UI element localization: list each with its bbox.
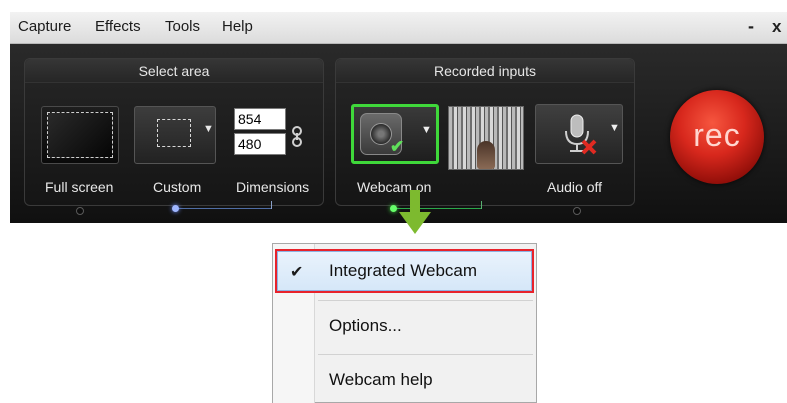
custom-area-icon	[157, 119, 191, 147]
webcam-preview	[448, 106, 524, 170]
audio-button[interactable]: ▼	[535, 104, 623, 164]
custom-label: Custom	[153, 179, 202, 195]
menu-item-webcam-help[interactable]: Webcam help	[275, 358, 534, 402]
webcam-lens-icon	[370, 123, 392, 145]
menu-separator	[318, 354, 533, 355]
menu-item-label: Options...	[329, 316, 402, 335]
recorded-inputs-title: Recorded inputs	[336, 59, 634, 83]
menu-tools[interactable]: Tools	[165, 18, 200, 35]
select-area-title: Select area	[25, 59, 323, 83]
select-area-panel: Select area Full screen ▼ Custom 854 480…	[24, 58, 324, 215]
audio-label: Audio off	[547, 179, 603, 195]
area-slider-end	[271, 201, 272, 209]
fullscreen-indicator	[76, 207, 84, 215]
menu-item-label: Webcam help	[329, 370, 433, 389]
height-field[interactable]: 480	[234, 133, 286, 155]
webcam-context-menu: ✔ Integrated Webcam Options... Webcam he…	[272, 243, 537, 403]
area-slider-track	[175, 208, 271, 209]
menu-item-options[interactable]: Options...	[275, 304, 534, 348]
webcam-button[interactable]: ✔ ▼	[351, 104, 439, 164]
preview-person-image	[477, 141, 495, 169]
menu-item-integrated-webcam[interactable]: ✔ Integrated Webcam	[275, 249, 534, 293]
aspect-lock-icon[interactable]	[290, 126, 304, 148]
fullscreen-label: Full screen	[45, 179, 114, 195]
audio-indicator	[573, 207, 581, 215]
down-arrow-icon	[399, 190, 431, 234]
webcam-enabled-check-icon: ✔	[390, 137, 405, 156]
dropdown-arrow-icon[interactable]: ▼	[203, 123, 214, 135]
menu-bar: Capture Effects Tools Help - x	[10, 12, 787, 44]
menu-separator	[318, 300, 533, 301]
microphone-muted-icon	[565, 114, 597, 155]
minimize-button[interactable]: -	[748, 16, 754, 37]
audio-dropdown-arrow-icon[interactable]: ▼	[609, 122, 620, 134]
record-label: rec	[693, 117, 741, 153]
dimensions-label: Dimensions	[236, 179, 310, 195]
close-button[interactable]: x	[772, 17, 781, 37]
menu-effects[interactable]: Effects	[95, 18, 141, 35]
inputs-slider-handle[interactable]	[390, 205, 397, 212]
inputs-slider-end	[481, 201, 482, 209]
checkmark-icon: ✔	[290, 264, 304, 281]
menu-capture[interactable]: Capture	[18, 18, 71, 35]
custom-area-button[interactable]: ▼	[134, 106, 216, 164]
record-button[interactable]: rec	[670, 90, 764, 184]
webcam-dropdown-arrow-icon[interactable]: ▼	[421, 124, 432, 136]
menu-item-label: Integrated Webcam	[329, 261, 478, 280]
width-field[interactable]: 854	[234, 108, 286, 130]
area-slider-handle[interactable]	[172, 205, 179, 212]
recorded-inputs-panel: Recorded inputs ✔ ▼ Webcam on ▼ Audio of…	[335, 58, 635, 215]
fullscreen-button[interactable]	[41, 106, 119, 164]
fullscreen-icon	[47, 112, 113, 158]
menu-help[interactable]: Help	[222, 18, 253, 35]
